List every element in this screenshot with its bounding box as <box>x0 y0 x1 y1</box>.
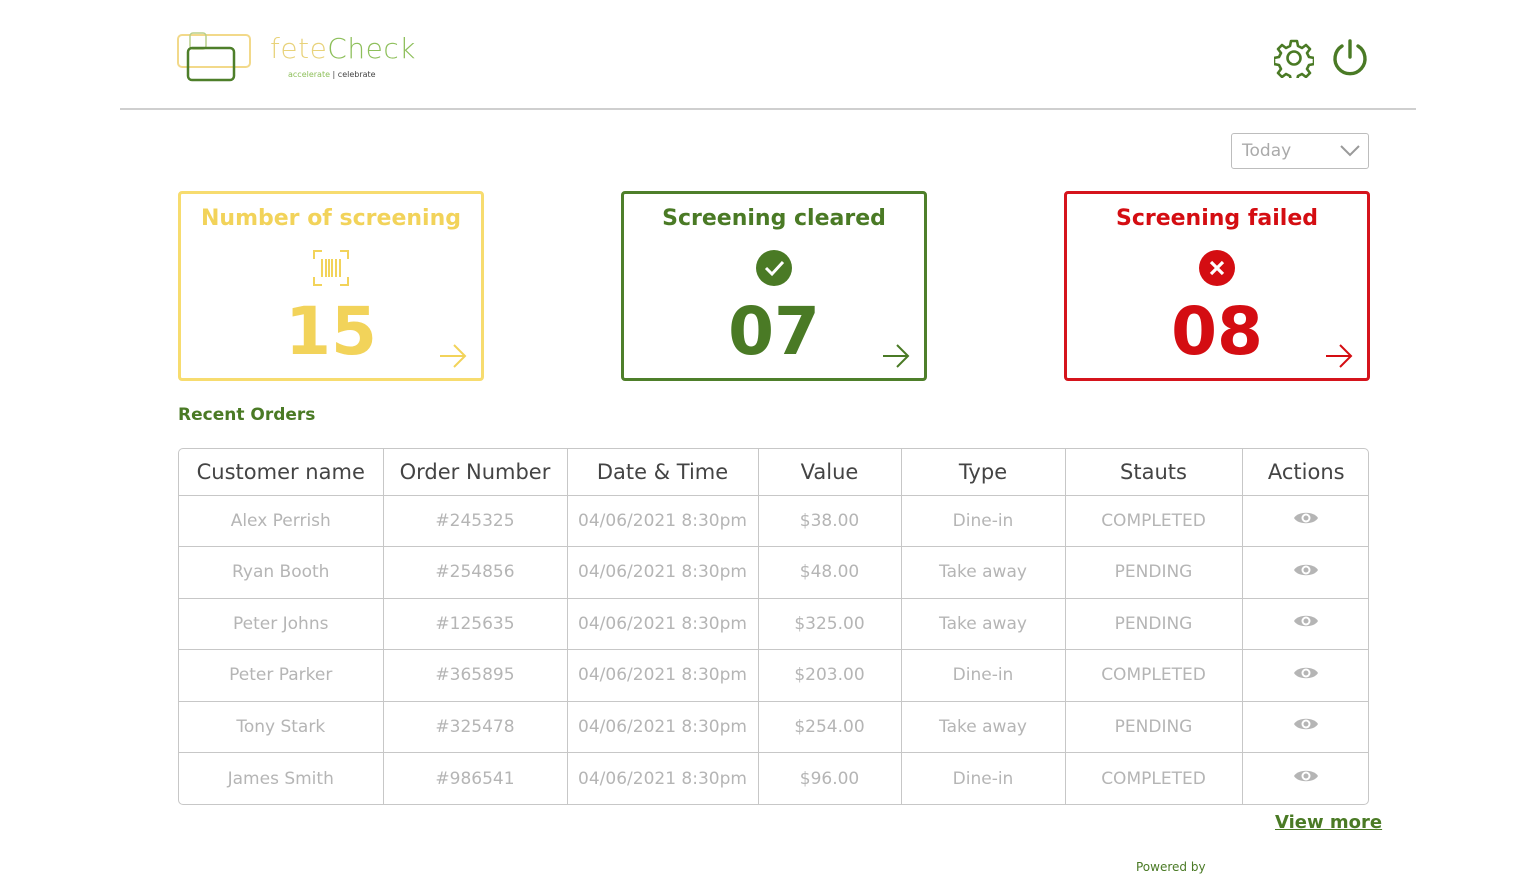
type-cell: Take away <box>901 598 1066 650</box>
date-time-cell: 04/06/2021 8:30pm <box>567 495 759 547</box>
header-actions <box>1274 38 1370 78</box>
value-cell: $254.00 <box>758 701 902 753</box>
value-cell: $38.00 <box>758 495 902 547</box>
order-number-cell: #365895 <box>383 649 568 702</box>
status-cell: COMPLETED <box>1065 752 1243 804</box>
check-circle-icon <box>756 250 792 286</box>
date-time-cell: 04/06/2021 8:30pm <box>567 598 759 650</box>
eye-icon[interactable] <box>1293 767 1319 785</box>
column-header-customer-name[interactable]: Customer name <box>179 449 384 496</box>
date-time-cell: 04/06/2021 8:30pm <box>567 701 759 753</box>
status-cell: PENDING <box>1065 701 1243 753</box>
powered-by-text: Powered by <box>1136 860 1206 874</box>
column-header-actions: Actions <box>1242 449 1368 496</box>
customer-name-cell: James Smith <box>179 752 384 804</box>
actions-cell <box>1242 753 1368 805</box>
customer-name-cell: Peter Johns <box>179 598 384 650</box>
chevron-down-icon <box>1340 145 1360 157</box>
orders-table: Customer name Order Number Date & Time V… <box>178 448 1369 805</box>
view-more-link[interactable]: View more <box>1275 812 1382 833</box>
order-number-cell: #325478 <box>383 701 568 753</box>
order-number-cell: #986541 <box>383 752 568 804</box>
value-cell: $203.00 <box>758 649 902 702</box>
card-number-of-screening[interactable]: Number of screening 15 <box>178 191 484 381</box>
customer-name-cell: Ryan Booth <box>179 546 384 599</box>
card-title: Number of screening <box>201 206 461 231</box>
column-header-order-number[interactable]: Order Number <box>383 449 568 496</box>
date-time-cell: 04/06/2021 8:30pm <box>567 752 759 804</box>
actions-cell <box>1242 598 1368 650</box>
eye-icon[interactable] <box>1293 561 1319 579</box>
header-divider <box>120 108 1416 110</box>
card-title: Screening failed <box>1115 206 1319 231</box>
value-cell: $48.00 <box>758 546 902 599</box>
type-cell: Dine-in <box>901 649 1066 702</box>
table-row: Ryan Booth #254856 04/06/2021 8:30pm $48… <box>179 546 1368 599</box>
date-time-cell: 04/06/2021 8:30pm <box>567 649 759 702</box>
column-header-date-time[interactable]: Date & Time <box>567 449 759 496</box>
actions-cell <box>1242 546 1368 599</box>
value-cell: $325.00 <box>758 598 902 650</box>
status-cell: PENDING <box>1065 546 1243 599</box>
card-value: 08 <box>1171 293 1263 370</box>
customer-name-cell: Alex Perrish <box>179 495 384 547</box>
arrow-right-icon[interactable] <box>882 344 910 368</box>
eye-icon[interactable] <box>1293 612 1319 630</box>
date-filter-value: Today <box>1242 141 1292 161</box>
column-header-type[interactable]: Type <box>901 449 1066 496</box>
table-row: Tony Stark #325478 04/06/2021 8:30pm $25… <box>179 701 1368 753</box>
eye-icon[interactable] <box>1293 664 1319 682</box>
card-screening-failed[interactable]: Screening failed 08 <box>1064 191 1370 381</box>
actions-cell <box>1242 649 1368 702</box>
type-cell: Dine-in <box>901 495 1066 547</box>
eye-icon[interactable] <box>1293 509 1319 527</box>
table-row: Alex Perrish #245325 04/06/2021 8:30pm $… <box>179 495 1368 547</box>
column-header-value[interactable]: Value <box>758 449 902 496</box>
card-screening-cleared[interactable]: Screening cleared 07 <box>621 191 927 381</box>
customer-name-cell: Tony Stark <box>179 701 384 753</box>
column-header-status[interactable]: Stauts <box>1065 449 1243 496</box>
customer-name-cell: Peter Parker <box>179 649 384 702</box>
type-cell: Take away <box>901 701 1066 753</box>
order-number-cell: #245325 <box>383 495 568 547</box>
card-title: Screening cleared <box>662 206 886 231</box>
table-header-row: Customer name Order Number Date & Time V… <box>179 449 1368 496</box>
eye-icon[interactable] <box>1293 715 1319 733</box>
order-number-cell: #254856 <box>383 546 568 599</box>
arrow-right-icon[interactable] <box>1325 344 1353 368</box>
status-cell: COMPLETED <box>1065 649 1243 702</box>
card-value: 15 <box>285 293 377 370</box>
brand-name: feteCheck <box>270 32 416 65</box>
actions-cell <box>1242 495 1368 547</box>
type-cell: Take away <box>901 546 1066 599</box>
table-row: James Smith #986541 04/06/2021 8:30pm $9… <box>179 752 1368 805</box>
status-cell: PENDING <box>1065 598 1243 650</box>
x-circle-icon <box>1199 250 1235 286</box>
date-filter-select[interactable]: Today <box>1231 133 1369 169</box>
type-cell: Dine-in <box>901 752 1066 804</box>
power-icon[interactable] <box>1330 38 1370 78</box>
status-cell: COMPLETED <box>1065 495 1243 547</box>
card-value: 07 <box>728 293 820 370</box>
logo-mark-icon <box>177 32 251 82</box>
table-row: Peter Parker #365895 04/06/2021 8:30pm $… <box>179 649 1368 702</box>
date-time-cell: 04/06/2021 8:30pm <box>567 546 759 599</box>
table-row: Peter Johns #125635 04/06/2021 8:30pm $3… <box>179 598 1368 650</box>
value-cell: $96.00 <box>758 752 902 804</box>
app-logo: feteCheck accelerate | celebrate <box>176 32 436 84</box>
actions-cell <box>1242 701 1368 753</box>
brand-tagline: accelerate | celebrate <box>288 70 376 79</box>
arrow-right-icon[interactable] <box>439 344 467 368</box>
barcode-scan-icon <box>313 250 349 286</box>
recent-orders-title: Recent Orders <box>178 405 316 425</box>
order-number-cell: #125635 <box>383 598 568 650</box>
gear-icon[interactable] <box>1274 38 1314 78</box>
